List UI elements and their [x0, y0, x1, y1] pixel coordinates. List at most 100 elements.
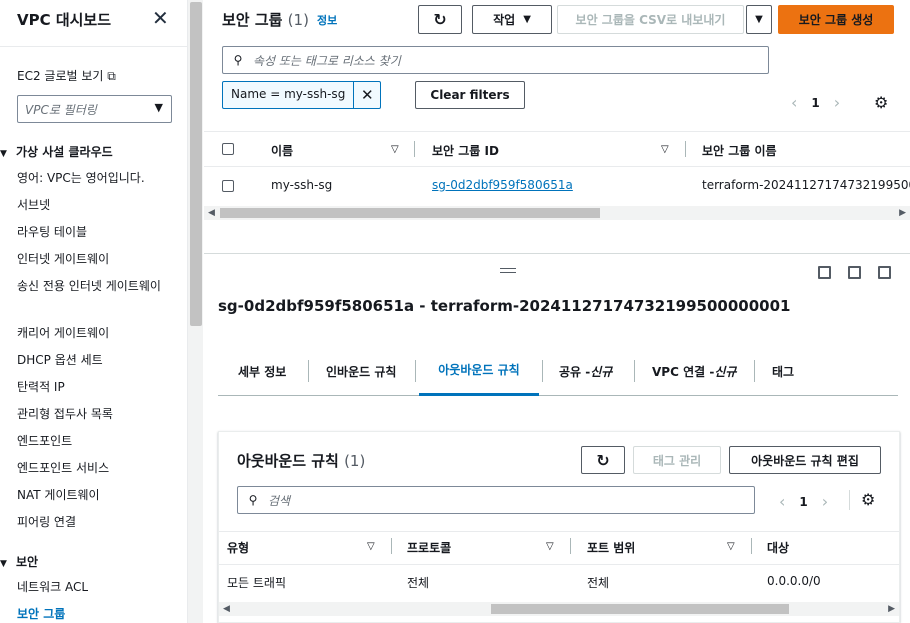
- tab-sharing[interactable]: 공유 - 신규: [559, 346, 612, 396]
- column-separator[interactable]: [751, 538, 752, 554]
- drag-handle-icon[interactable]: [500, 268, 516, 273]
- sidebar-item-egress-igw[interactable]: 송신 전용 인터넷 게이트웨이: [17, 277, 167, 295]
- gear-icon[interactable]: ⚙: [874, 93, 888, 112]
- chevron-right-icon[interactable]: ›: [834, 93, 840, 112]
- col-header-type[interactable]: 유형: [227, 539, 249, 556]
- scrollbar-thumb[interactable]: [220, 208, 600, 218]
- column-separator[interactable]: [570, 538, 571, 554]
- sort-icon[interactable]: ▽: [727, 541, 735, 552]
- tab-details[interactable]: 세부 정보: [238, 346, 286, 396]
- cell-port-range: 전체: [587, 576, 610, 590]
- filter-token: Name = my-ssh-sg ✕: [222, 81, 382, 109]
- actions-button[interactable]: 작업 ▼: [472, 5, 552, 34]
- sidebar-item-prefix-lists[interactable]: 관리형 접두사 목록: [17, 405, 167, 423]
- sidebar-item-endpoint-services[interactable]: 엔드포인트 서비스: [17, 459, 167, 477]
- sidebar-item-security-groups[interactable]: 보안 그룹: [17, 605, 167, 623]
- sidebar-item-subnets[interactable]: 서브넷: [17, 196, 167, 214]
- filter-token-label: Name = my-ssh-sg: [223, 82, 355, 108]
- panel-bottom-icon[interactable]: [818, 266, 831, 279]
- sidebar: VPC 대시보드 ✕ EC2 글로벌 보기 ⧉ VPC로 필터링 ▼ ▼ 가상 사…: [0, 0, 187, 623]
- caret-down-icon: ▼: [154, 101, 163, 114]
- select-all-checkbox[interactable]: [222, 143, 234, 155]
- section-security[interactable]: ▼ 보안: [0, 553, 38, 570]
- resource-search-input[interactable]: ⚲ 속성 또는 태그로 리소스 찾기: [222, 46, 769, 74]
- col-header-id[interactable]: 보안 그룹 ID: [432, 142, 499, 159]
- col-header-port-range[interactable]: 포트 범위: [587, 539, 635, 556]
- row-checkbox[interactable]: [222, 180, 234, 192]
- scroll-left-icon[interactable]: ◀: [223, 602, 230, 616]
- col-header-group-name[interactable]: 보안 그룹 이름: [702, 142, 777, 159]
- close-icon[interactable]: ✕: [152, 8, 169, 28]
- scroll-left-icon[interactable]: ◀: [208, 206, 215, 220]
- close-icon[interactable]: ✕: [354, 82, 380, 108]
- edit-outbound-rules-button[interactable]: 아웃바운드 규칙 편집: [729, 446, 881, 474]
- sidebar-scrollbar[interactable]: [187, 0, 203, 623]
- col-header-name[interactable]: 이름: [271, 142, 293, 159]
- search-icon: ⚲: [233, 53, 243, 67]
- column-separator[interactable]: [685, 141, 686, 157]
- panel-side-icon[interactable]: [848, 266, 861, 279]
- cell-name: my-ssh-sg: [271, 178, 333, 192]
- export-csv-label: 보안 그룹을 CSV로 내보내기: [575, 13, 726, 27]
- tab-outbound[interactable]: 아웃바운드 규칙: [419, 346, 539, 396]
- sidebar-item-carrier-gw[interactable]: 캐리어 게이트웨이: [17, 324, 167, 342]
- manage-tags-button[interactable]: 태그 관리: [633, 446, 721, 474]
- rules-page-number[interactable]: 1: [799, 495, 807, 509]
- sidebar-item-vpc[interactable]: 영어: VPC는 영어입니다.: [17, 169, 167, 187]
- sidebar-item-eip[interactable]: 탄력적 IP: [17, 378, 167, 396]
- chevron-right-icon[interactable]: ›: [822, 492, 828, 511]
- rules-search-input[interactable]: ⚲ 검색: [237, 486, 755, 514]
- sort-icon[interactable]: ▽: [661, 144, 669, 155]
- panel-full-icon[interactable]: [878, 266, 891, 279]
- table-hscrollbar[interactable]: ◀ ▶: [204, 206, 910, 220]
- export-dropdown-button[interactable]: ▼: [746, 5, 772, 34]
- scrollbar-thumb[interactable]: [491, 604, 789, 614]
- refresh-button[interactable]: ↻: [581, 446, 625, 474]
- column-separator[interactable]: [414, 141, 415, 157]
- chevron-left-icon[interactable]: ‹: [779, 492, 785, 511]
- divider: [849, 490, 850, 510]
- export-csv-button[interactable]: 보안 그룹을 CSV로 내보내기: [557, 5, 744, 34]
- sidebar-item-dhcp[interactable]: DHCP 옵션 세트: [17, 351, 167, 369]
- tab-vpc-association[interactable]: VPC 연결 - 신규: [652, 346, 736, 396]
- divider: [219, 564, 899, 565]
- create-security-group-button[interactable]: 보안 그룹 생성: [778, 5, 894, 34]
- sidebar-title[interactable]: VPC 대시보드: [17, 9, 111, 30]
- vpc-filter-select[interactable]: VPC로 필터링 ▼: [17, 95, 172, 123]
- scroll-right-icon[interactable]: ▶: [888, 602, 895, 616]
- sidebar-item-endpoints[interactable]: 엔드포인트: [17, 432, 167, 450]
- sort-icon[interactable]: ▽: [546, 541, 554, 552]
- refresh-button[interactable]: ↻: [418, 5, 462, 34]
- vpc-filter-placeholder: VPC로 필터링: [25, 103, 97, 117]
- tab-separator: [634, 360, 635, 382]
- sidebar-item-igw[interactable]: 인터넷 게이트웨이: [17, 250, 167, 268]
- outbound-title: 아웃바운드 규칙 (1): [237, 450, 365, 471]
- divider: [219, 531, 899, 532]
- cell-sg-id-link[interactable]: sg-0d2dbf959f580651a: [432, 178, 573, 192]
- column-separator[interactable]: [391, 538, 392, 554]
- ec2-global-view-link[interactable]: EC2 글로벌 보기 ⧉: [17, 67, 116, 84]
- page-title-text: 보안 그룹: [222, 11, 283, 29]
- manage-tags-label: 태그 관리: [652, 453, 702, 468]
- section-vpc[interactable]: ▼ 가상 사설 클라우드: [0, 143, 113, 160]
- sidebar-item-nacl[interactable]: 네트워크 ACL: [17, 578, 167, 596]
- chevron-left-icon[interactable]: ‹: [791, 93, 797, 112]
- gear-icon[interactable]: ⚙: [861, 490, 875, 509]
- page-number[interactable]: 1: [811, 96, 819, 110]
- sort-icon[interactable]: ▽: [367, 541, 375, 552]
- sort-icon[interactable]: ▽: [391, 144, 399, 155]
- rules-hscrollbar[interactable]: ◀ ▶: [219, 602, 899, 616]
- tab-inbound[interactable]: 인바운드 규칙: [326, 346, 396, 396]
- clear-filters-button[interactable]: Clear filters: [415, 81, 525, 109]
- sidebar-item-peering[interactable]: 피어링 연결: [17, 513, 167, 531]
- section-security-label: 보안: [16, 555, 39, 569]
- ec2-global-view-label: EC2 글로벌 보기: [17, 69, 104, 83]
- tab-tags[interactable]: 태그: [772, 346, 794, 396]
- sidebar-item-route-tables[interactable]: 라우팅 테이블: [17, 223, 167, 241]
- sidebar-item-nat[interactable]: NAT 게이트웨이: [17, 486, 167, 504]
- col-header-destination[interactable]: 대상: [767, 539, 789, 556]
- info-link[interactable]: 정보: [317, 12, 337, 28]
- scrollbar-thumb[interactable]: [190, 2, 202, 326]
- col-header-protocol[interactable]: 프로토콜: [407, 539, 451, 556]
- scroll-right-icon[interactable]: ▶: [899, 206, 906, 220]
